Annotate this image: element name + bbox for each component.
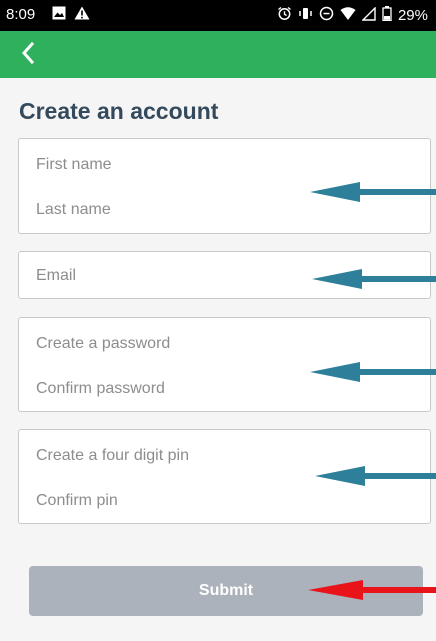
back-button[interactable] [14,41,42,69]
alarm-icon [277,6,292,25]
battery-icon [382,6,392,25]
status-time: 8:09 [6,6,36,23]
image-icon [52,6,66,24]
arrow-left-icon [310,182,436,202]
arrow-left-icon [310,362,436,382]
status-left-icons [52,6,90,24]
confirm-pin-input[interactable] [36,489,396,513]
battery-percent: 29% [397,7,428,24]
wifi-icon [340,6,356,25]
first-name-input[interactable] [36,153,396,177]
signal-icon [361,5,376,25]
warning-icon [74,6,90,24]
arrow-left-icon [312,269,436,289]
page-title: Create an account [19,98,219,124]
do-not-disturb-icon [319,6,334,25]
status-right-icons: 29% [277,5,428,25]
chevron-left-icon [21,41,35,69]
status-bar: 8:09 29% [0,0,436,31]
password-input[interactable] [36,332,396,356]
vibrate-icon [298,6,313,25]
arrow-left-icon [315,466,436,486]
app-bar [0,31,436,78]
arrow-left-icon [308,580,436,600]
